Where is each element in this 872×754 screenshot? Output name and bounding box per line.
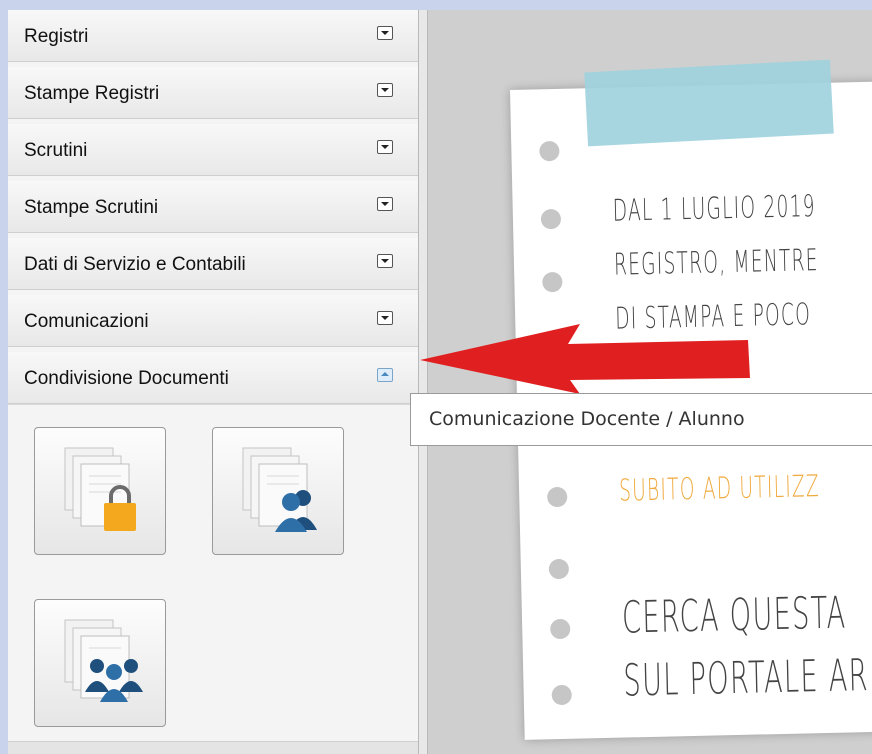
notice-line: REGISTRO, MENTRE xyxy=(613,243,820,283)
accordion-registri[interactable]: Registri xyxy=(8,10,418,62)
accordion-label: Stampe Registri xyxy=(24,83,160,104)
paper-hole xyxy=(551,684,572,706)
condivisione-documenti-panel xyxy=(8,404,418,745)
accordion-condivisione-documenti[interactable]: Condivisione Documenti xyxy=(8,352,418,404)
notice-line-highlight: SUBITO AD UTILIZZ xyxy=(618,469,821,509)
documents-group-button[interactable] xyxy=(34,599,166,727)
accordion-label: Stampe Scrutini xyxy=(24,197,159,218)
chevron-down-icon[interactable] xyxy=(377,26,393,40)
accordion-dati-servizio[interactable]: Dati di Servizio e Contabili xyxy=(8,238,418,290)
chevron-down-icon[interactable] xyxy=(377,311,393,325)
chevron-up-icon[interactable] xyxy=(377,368,393,382)
tooltip: Comunicazione Docente / Alunno xyxy=(410,393,872,446)
documents-group-icon xyxy=(64,619,143,702)
documents-teacher-student-icon xyxy=(242,447,317,532)
documents-lock-button[interactable] xyxy=(34,427,166,555)
accordion-label: Condivisione Documenti xyxy=(24,368,229,389)
paper-hole xyxy=(540,208,562,230)
paper-hole xyxy=(548,558,570,580)
paper-hole xyxy=(547,486,568,508)
tooltip-text: Comunicazione Docente / Alunno xyxy=(429,408,745,430)
accordion-stampe-registri[interactable]: Stampe Registri xyxy=(8,67,418,119)
notice-line: CERCA QUESTA xyxy=(621,587,847,644)
accordion-label: Comunicazioni xyxy=(24,311,149,332)
chevron-down-icon[interactable] xyxy=(377,197,393,211)
chevron-down-icon[interactable] xyxy=(377,140,393,154)
paper-hole xyxy=(542,271,563,293)
chevron-down-icon[interactable] xyxy=(377,254,393,268)
accordion-comunicazioni[interactable]: Comunicazioni xyxy=(8,295,418,347)
accordion-label: Scrutini xyxy=(24,140,88,161)
accordion-stampe-scrutini[interactable]: Stampe Scrutini xyxy=(8,181,418,233)
paper-hole xyxy=(550,618,571,640)
notice-line: SUL PORTALE AR xyxy=(622,650,870,707)
paper-hole xyxy=(539,140,560,162)
comunicazione-docente-alunno-button[interactable] xyxy=(212,427,344,555)
accordion-label: Dati di Servizio e Contabili xyxy=(24,254,246,275)
red-arrow-annotation xyxy=(420,324,750,394)
notice-line: DAL 1 LUGLIO 2019 xyxy=(612,189,817,229)
sidebar-bottom-bar xyxy=(8,741,418,754)
accordion-scrutini[interactable]: Scrutini xyxy=(8,124,418,176)
tape-decoration xyxy=(584,59,834,147)
sidebar-accordion: Registri Stampe Registri Scrutini Stampe… xyxy=(8,10,419,754)
chevron-down-icon[interactable] xyxy=(377,83,393,97)
accordion-label: Registri xyxy=(24,26,89,47)
documents-lock-icon xyxy=(64,447,136,531)
